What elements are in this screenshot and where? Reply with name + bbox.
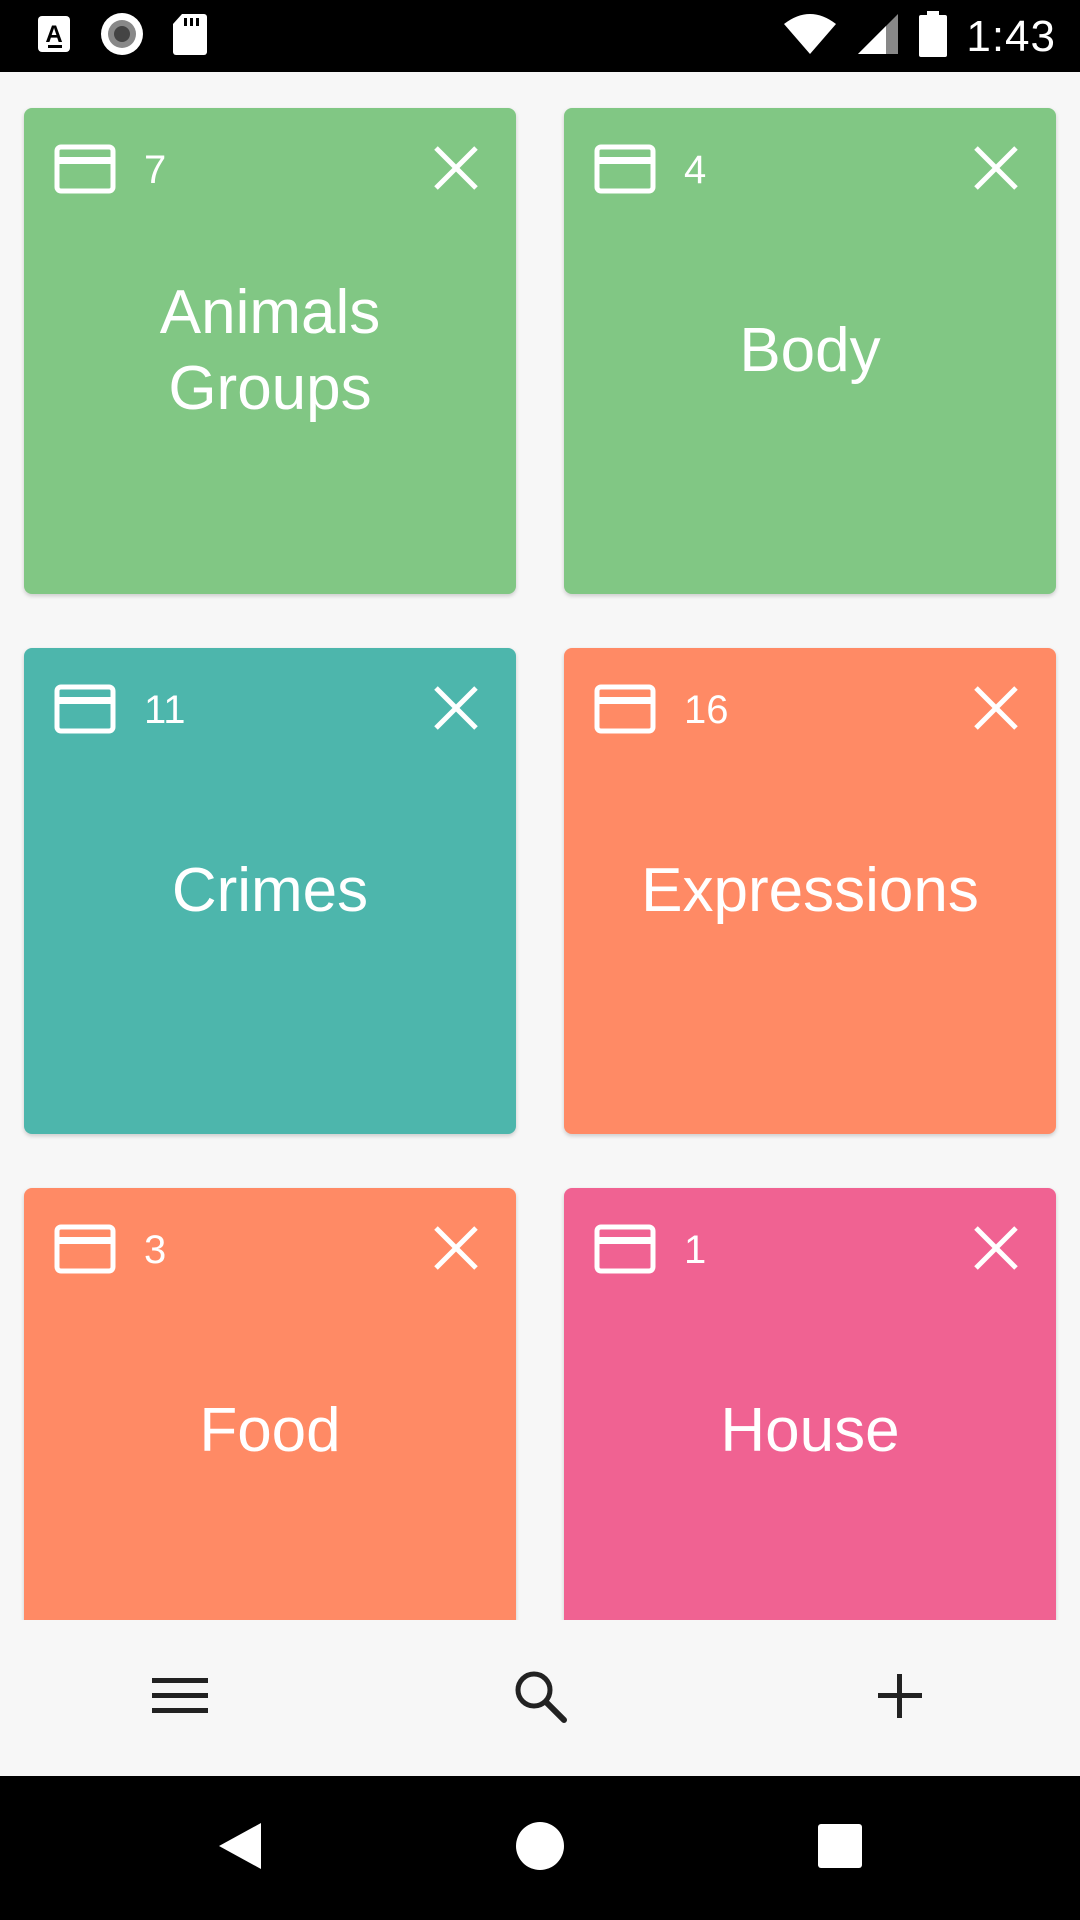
menu-button[interactable] — [140, 1658, 220, 1738]
status-time: 1:43 — [966, 11, 1056, 61]
deck-card[interactable]: 4 Body — [564, 108, 1056, 594]
deck-title: House — [564, 1188, 1056, 1620]
wifi-icon — [782, 12, 838, 61]
bottom-action-bar — [0, 1620, 1080, 1776]
deck-card[interactable]: 16 Expressions — [564, 648, 1056, 1134]
home-icon — [515, 1821, 565, 1876]
back-icon — [215, 1821, 265, 1876]
deck-title-line: Animals — [159, 278, 381, 347]
search-button[interactable] — [500, 1658, 580, 1738]
search-icon — [510, 1666, 570, 1731]
deck-card[interactable]: 3 Food — [24, 1188, 516, 1620]
deck-title: Animals Groups — [24, 108, 516, 594]
system-nav-bar — [0, 1776, 1080, 1920]
add-icon — [875, 1671, 925, 1726]
deck-grid: 7 Animals Groups 4 Body 11 Crimes 16 Expressions… — [0, 72, 1080, 1620]
deck-title: Expressions — [564, 648, 1056, 1134]
deck-title: Body — [564, 108, 1056, 594]
recents-icon — [817, 1823, 863, 1874]
nav-recents-button[interactable] — [800, 1808, 880, 1888]
svg-text:A: A — [45, 21, 62, 48]
nav-back-button[interactable] — [200, 1808, 280, 1888]
deck-title-line: House — [720, 1396, 900, 1465]
deck-card[interactable]: 11 Crimes — [24, 648, 516, 1134]
deck-card[interactable]: 7 Animals Groups — [24, 108, 516, 594]
deck-title: Food — [24, 1188, 516, 1620]
sd-card-icon — [172, 12, 208, 61]
deck-title-line: Body — [739, 316, 881, 385]
deck-title-line: Food — [199, 1396, 341, 1465]
cellular-signal-icon — [856, 12, 900, 61]
add-deck-button[interactable] — [860, 1658, 940, 1738]
deck-title-line: Expressions — [641, 856, 979, 925]
status-bar: A 1:43 — [0, 0, 1080, 72]
a-notification-icon: A — [36, 14, 72, 59]
nav-home-button[interactable] — [500, 1808, 580, 1888]
deck-title-line: Crimes — [171, 856, 369, 925]
deck-title-line: Groups — [168, 354, 372, 423]
deck-title: Crimes — [24, 648, 516, 1134]
battery-icon — [918, 10, 948, 63]
record-icon — [100, 12, 144, 61]
deck-card[interactable]: 1 House — [564, 1188, 1056, 1620]
menu-icon — [150, 1674, 210, 1723]
